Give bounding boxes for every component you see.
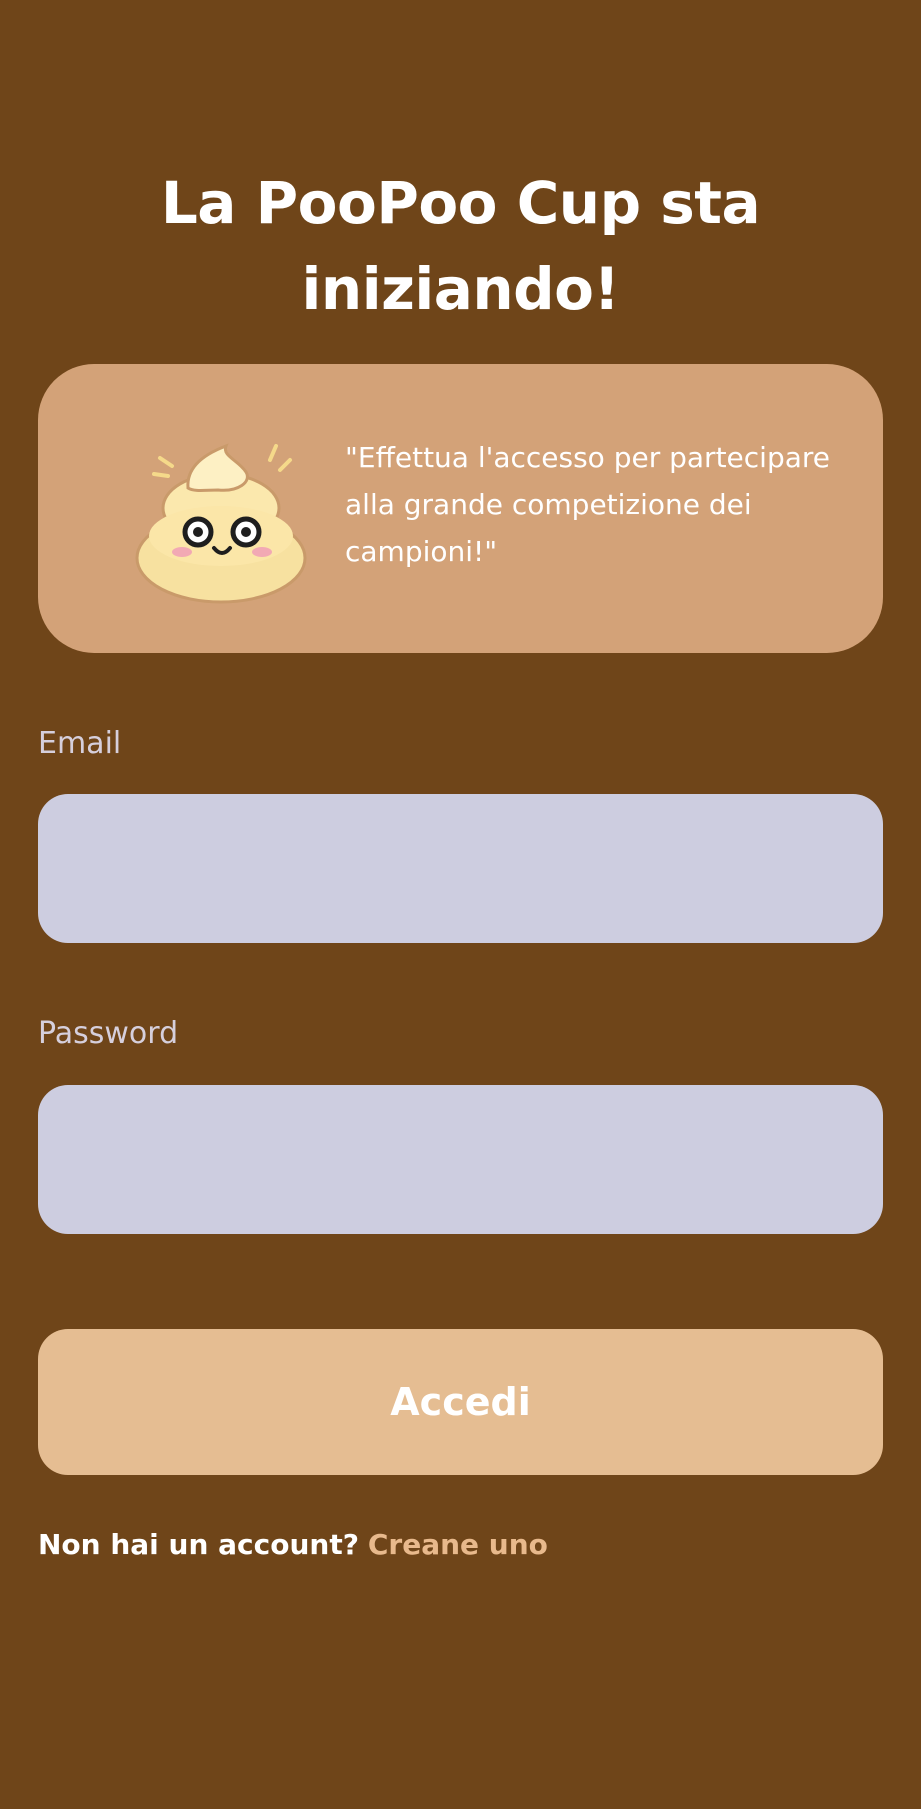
password-field[interactable] xyxy=(38,1085,883,1234)
poop-mascot-icon xyxy=(135,443,307,604)
login-screen: La PooPoo Cup sta iniziando! "Effettua l… xyxy=(0,0,921,1809)
email-field[interactable] xyxy=(38,794,883,943)
email-label: Email xyxy=(38,726,122,761)
signup-row: Non hai un account? Creane uno xyxy=(38,1525,548,1565)
create-account-link[interactable]: Creane uno xyxy=(368,1528,548,1561)
login-button[interactable]: Accedi xyxy=(38,1329,883,1475)
signup-prompt: Non hai un account? xyxy=(38,1528,359,1561)
banner-message: "Effettua l'accesso per partecipare alla… xyxy=(345,441,830,568)
welcome-banner: "Effettua l'accesso per partecipare alla… xyxy=(38,364,883,653)
page-title: La PooPoo Cup sta iniziando! xyxy=(160,169,761,323)
password-label: Password xyxy=(38,1016,179,1051)
